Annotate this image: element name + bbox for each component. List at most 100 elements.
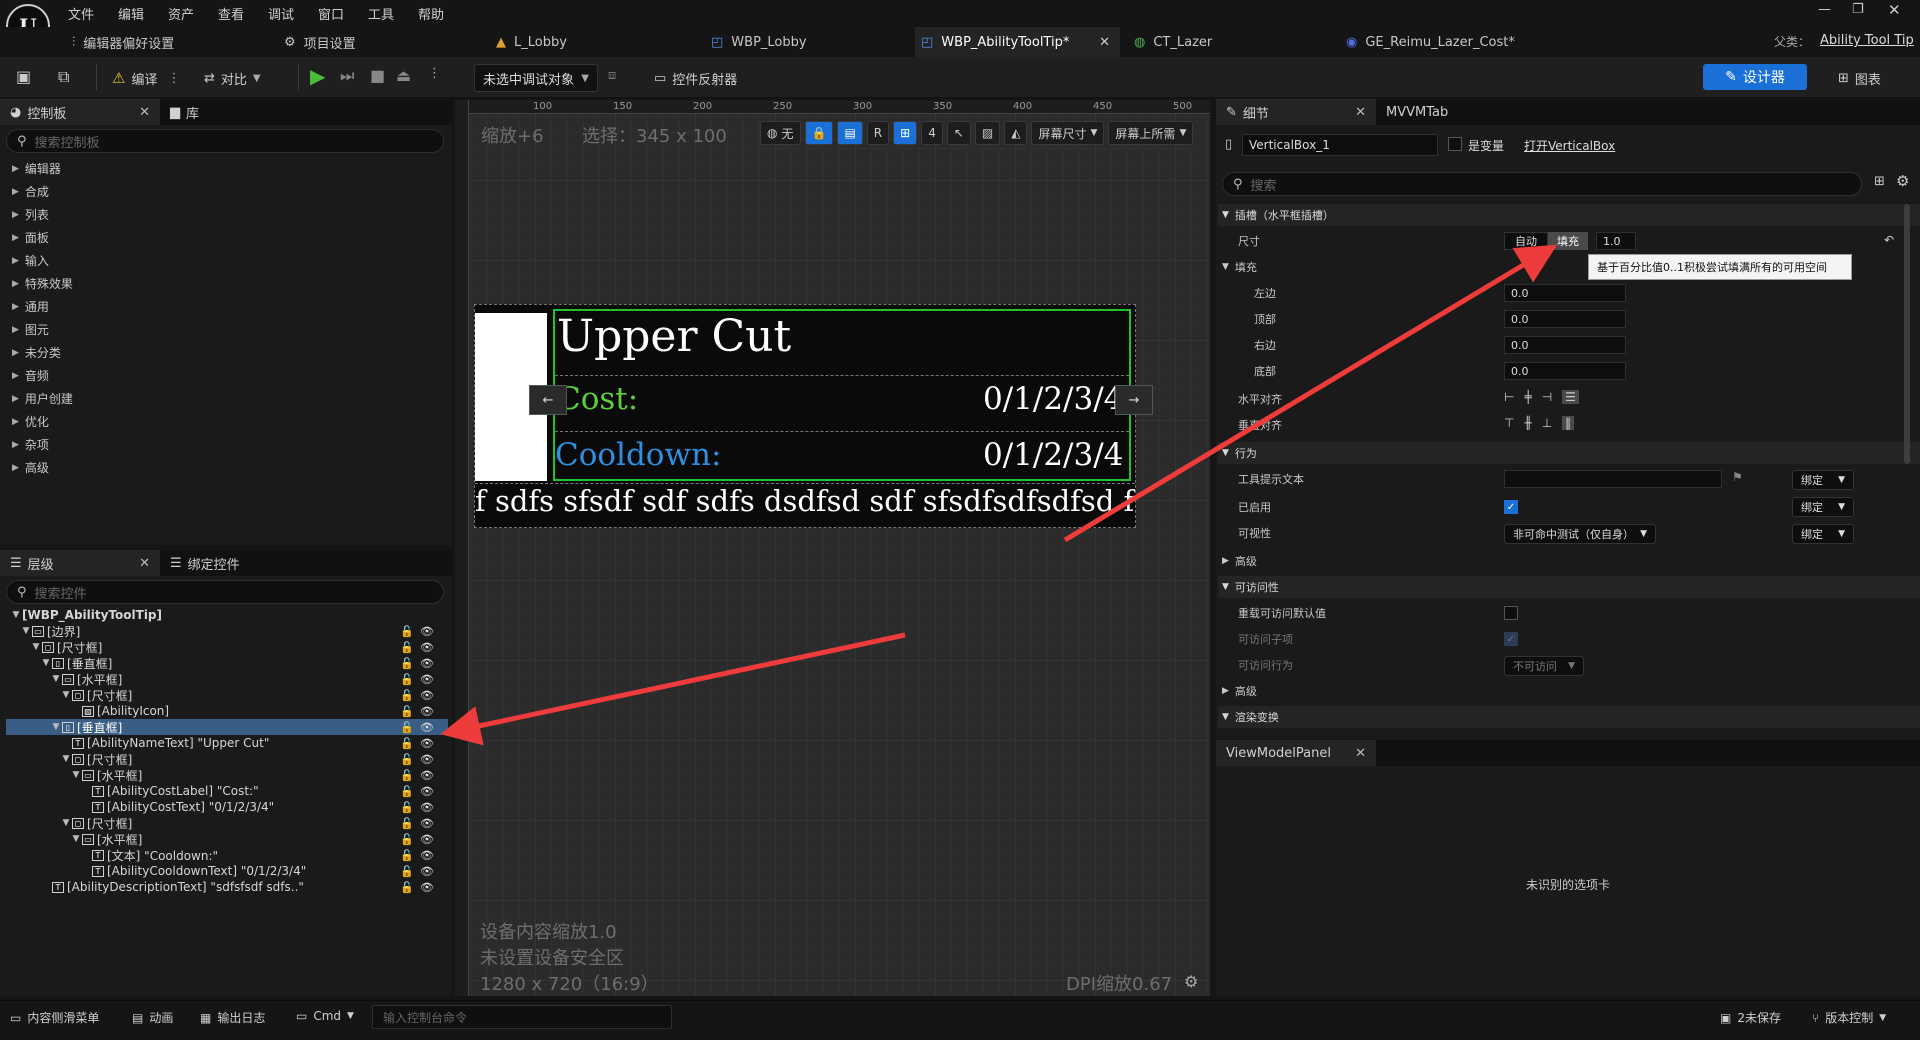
palette-category[interactable]: ▶ 高级 (0, 456, 452, 479)
expand-caret-icon[interactable]: ▼ (20, 626, 32, 636)
animation-button[interactable]: ▤ 动画 (132, 1009, 173, 1026)
lock-visibility-icon[interactable]: 🔓👁 (400, 705, 440, 718)
close-tab-icon[interactable]: ✕ (1099, 35, 1110, 50)
tab-ge-reimu-lazer-cost[interactable]: ◉ GE_Reimu_Lazer_Cost* (1340, 27, 1580, 57)
tab-viewmodel[interactable]: ViewModelPanel ✕ (1216, 740, 1376, 766)
hierarchy-row[interactable]: T [文本] "Cooldown:" 🔓👁 (6, 847, 448, 863)
menu-view[interactable]: 查看 (218, 4, 244, 23)
menu-tools[interactable]: 工具 (368, 4, 394, 23)
accessibility-section-header[interactable]: ▼ 可访问性 (1218, 576, 1920, 598)
ability-description-text[interactable]: f sdfs sfsdf sdf sdfs dsdfsd sdf sfsdfsd… (475, 483, 1135, 523)
behavior-section-header[interactable]: ▼ 行为 (1218, 442, 1920, 464)
lock-visibility-icon[interactable]: 🔓👁 (400, 769, 440, 782)
play-options-icon[interactable]: ⋮ (428, 66, 441, 81)
palette-category[interactable]: ▶ 编辑器 (0, 157, 452, 180)
designer-button[interactable]: ✎ 设计器 (1703, 64, 1807, 90)
palette-category[interactable]: ▶ 音频 (0, 364, 452, 387)
hierarchy-row[interactable]: T [AbilityDescriptionText] "sdfsfsdf sdfs… (6, 879, 448, 895)
align-left-icon[interactable]: ⊢ (1504, 390, 1514, 404)
hierarchy-row[interactable]: T [AbilityNameText] "Upper Cut" 🔓👁 (6, 735, 448, 751)
tab-details[interactable]: ✎ 细节 ✕ (1216, 99, 1376, 125)
localization-button[interactable]: ◍ 无 (760, 121, 801, 145)
expand-caret-icon[interactable]: ▼ (60, 754, 72, 764)
ability-name-text[interactable]: Upper Cut (557, 311, 791, 362)
close-tab-icon[interactable]: ✕ (1355, 746, 1366, 761)
slot-section-header[interactable]: ▼ 插槽（水平框插槽） (1218, 204, 1920, 226)
lock-visibility-icon[interactable]: 🔓👁 (400, 865, 440, 878)
lock-visibility-icon[interactable]: 🔓👁 (400, 817, 440, 830)
hierarchy-row[interactable]: ▼ ▭ [边界] 🔓👁 (6, 623, 448, 639)
tab-ct-lazer[interactable]: ◍ CT_Lazer (1128, 27, 1338, 57)
size-value-input[interactable]: 1.0 (1596, 232, 1636, 250)
palette-category[interactable]: ▶ 未分类 (0, 341, 452, 364)
size-auto-button[interactable]: 自动 (1504, 232, 1548, 250)
align-fill-h-icon[interactable]: ☰ (1562, 390, 1579, 404)
hierarchy-row[interactable]: T [AbilityCostLabel] "Cost:" 🔓👁 (6, 783, 448, 799)
enabled-bind-dropdown[interactable]: 绑定 ▼ (1792, 497, 1854, 517)
hierarchy-row[interactable]: ▼ ◻ [尺寸框] 🔓👁 (6, 751, 448, 767)
visibility-dropdown[interactable]: 非可命中测试（仅自身） ▼ (1504, 524, 1656, 544)
hierarchy-row[interactable]: ▼ ▭ [水平框] 🔓👁 (6, 671, 448, 687)
hierarchy-row[interactable]: ▼ ▭ [水平框] 🔓👁 (6, 831, 448, 847)
designer-viewport[interactable] (455, 100, 1210, 996)
details-scrollbar[interactable] (1904, 204, 1910, 464)
hierarchy-row[interactable]: T [AbilityCostText] "0/1/2/3/4" 🔓👁 (6, 799, 448, 815)
grid-size-button[interactable]: 4 (921, 121, 943, 145)
hierarchy-row[interactable]: ▼ ◻ [尺寸框] 🔓👁 (6, 815, 448, 831)
cursor-button[interactable]: ↖ (946, 121, 971, 145)
details-search-input[interactable]: ⚲ 搜索 (1222, 172, 1862, 196)
override-access-checkbox[interactable] (1504, 606, 1518, 620)
lock-visibility-icon[interactable]: 🔓👁 (400, 721, 440, 734)
dpi-settings-gear-icon[interactable]: ⚙ (1184, 972, 1198, 991)
ability-cost-label[interactable]: Cost: (557, 381, 638, 417)
align-fill-v-icon[interactable]: ‖ (1562, 416, 1575, 430)
source-control-button[interactable]: ⑂ 版本控制 ▼ (1812, 1009, 1886, 1026)
expand-caret-icon[interactable]: ▼ (50, 674, 62, 684)
menu-asset[interactable]: 资产 (168, 4, 194, 23)
compile-button[interactable]: ⚠ 编译 ⋮ (112, 65, 180, 91)
palette-category[interactable]: ▶ 杂项 (0, 433, 452, 456)
menu-file[interactable]: 文件 (68, 4, 94, 23)
open-verticalbox-link[interactable]: 打开VerticalBox (1524, 137, 1615, 154)
hierarchy-row[interactable]: ▼ ▯ [垂直框] 🔓👁 (6, 719, 448, 735)
palette-category[interactable]: ▶ 列表 (0, 203, 452, 226)
image-button[interactable]: ▨ (974, 121, 1001, 145)
tab-mvvm[interactable]: MVVMTab (1376, 99, 1458, 125)
layout-button[interactable]: ▤ (837, 121, 863, 145)
lock-visibility-icon[interactable]: 🔓👁 (400, 737, 440, 750)
padding-bottom-input[interactable]: 0.0 (1504, 362, 1626, 380)
advanced2-row[interactable]: ▶ 高级 (1218, 680, 1920, 702)
padding-right-input[interactable]: 0.0 (1504, 336, 1626, 354)
palette-category[interactable]: ▶ 合成 (0, 180, 452, 203)
project-settings-button[interactable]: ⚙ 项目设置 (284, 27, 356, 57)
close-window-icon[interactable]: ✕ (1888, 1, 1901, 19)
respect-locks-button[interactable]: 🔒 (804, 121, 834, 145)
close-tab-icon[interactable]: ✕ (1355, 105, 1366, 120)
compile-options-icon[interactable]: ⋮ (167, 71, 180, 86)
expand-caret-icon[interactable]: ▼ (70, 770, 82, 780)
lock-visibility-icon[interactable]: 🔓👁 (400, 785, 440, 798)
play-icon[interactable]: ▶ (310, 64, 325, 88)
lock-visibility-icon[interactable]: 🔓👁 (400, 657, 440, 670)
lock-visibility-icon[interactable]: 🔓👁 (400, 673, 440, 686)
diff-button[interactable]: ⇄ 对比 ▼ (204, 65, 261, 91)
hierarchy-search-input[interactable]: ⚲ 搜索控件 (6, 580, 444, 604)
tab-wbp-lobby[interactable]: ◰ WBP_Lobby (705, 27, 915, 57)
tooltip-text-input[interactable] (1504, 470, 1722, 488)
widget-name-input[interactable]: VerticalBox_1 (1242, 134, 1438, 156)
browse-icon[interactable]: ⧉ (58, 67, 69, 87)
palette-category[interactable]: ▶ 面板 (0, 226, 452, 249)
ability-cost-text[interactable]: 0/1/2/3/4 (983, 381, 1123, 417)
stop-icon[interactable]: ■ (370, 66, 385, 85)
align-top-icon[interactable]: ⊤ (1504, 416, 1514, 430)
parent-class-link[interactable]: Ability Tool Tip (1820, 33, 1914, 48)
triangle-button[interactable]: ◭ (1004, 121, 1028, 145)
output-log-button[interactable]: ▦ 输出日志 (200, 1009, 265, 1026)
tooltip-bind-dropdown[interactable]: 绑定 ▼ (1792, 470, 1854, 490)
debug-target-dropdown[interactable]: 未选中调试对象 ▼ (474, 64, 598, 92)
palette-category[interactable]: ▶ 图元 (0, 318, 452, 341)
align-center-v-icon[interactable]: ╫ (1524, 416, 1531, 430)
hierarchy-row[interactable]: ▼ ◻ [尺寸框] 🔓👁 (6, 687, 448, 703)
screen-size-dropdown[interactable]: 屏幕尺寸 ▼ (1031, 121, 1105, 145)
tab-wbp-abilitytooltip[interactable]: ◰ WBP_AbilityToolTip* ✕ (915, 27, 1120, 57)
